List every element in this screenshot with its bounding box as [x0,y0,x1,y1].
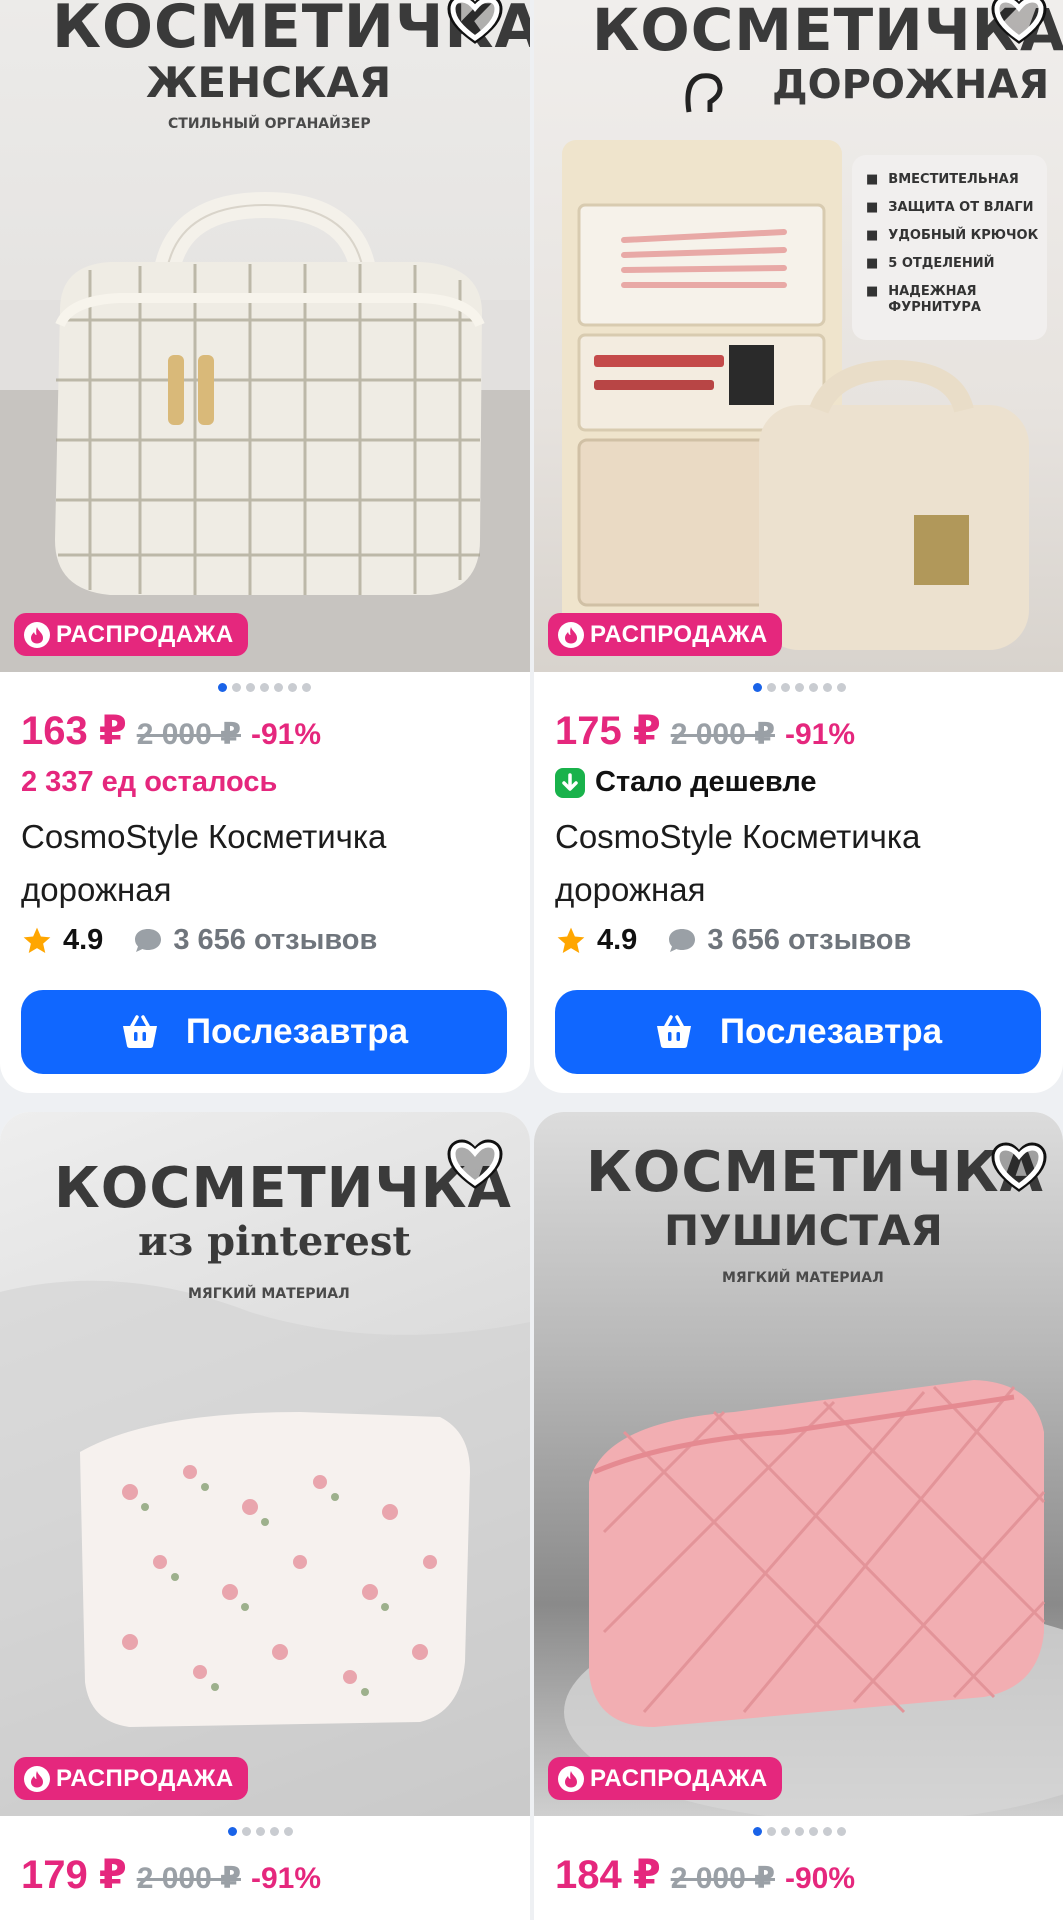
old-price: 2 000 ₽ [670,718,775,751]
photo-tagline: МЯГКИЙ МАТЕРИАЛ [722,1270,884,1286]
review-count: 3 656 отзывов [173,924,378,956]
photo-subtitle: ЖЕНСКАЯ [146,58,392,107]
old-price: 2 000 ₽ [670,1862,775,1895]
delivery-label: Послезавтра [719,1012,943,1051]
delivery-label: Послезавтра [185,1012,409,1051]
old-price: 2 000 ₽ [136,718,241,751]
photo-subtitle: ДОРОЖНАЯ [772,62,1050,108]
price-row: 184 ₽ 2 000 ₽ -90% [555,1852,855,1898]
photo-subtitle: из pinterest [138,1218,411,1265]
current-price: 175 ₽ [555,709,661,753]
favorite-heart-icon[interactable] [445,0,505,48]
sale-label: РАСПРОДАЖА [56,620,234,648]
flame-icon [558,1765,584,1792]
image-pager-dots[interactable] [753,683,846,692]
flame-icon [24,1765,50,1792]
current-price: 184 ₽ [555,1853,661,1897]
add-to-cart-button[interactable]: Послезавтра [555,990,1041,1074]
star-icon [23,927,51,953]
product-card-4[interactable]: КОСМЕТИЧКА ПУШИСТАЯ МЯГКИЙ МАТЕРИАЛ РАСП… [534,1112,1063,1920]
sale-badge: РАСПРОДАЖА [14,1757,248,1800]
review-count: 3 656 отзывов [707,924,912,956]
photo-title: КОСМЕТИЧКА [586,1140,1044,1205]
current-price: 163 ₽ [21,709,127,753]
sale-label: РАСПРОДАЖА [590,1764,768,1792]
product-card-1[interactable]: КОСМЕТИЧКА ЖЕНСКАЯ СТИЛЬНЫЙ ОРГАНАЙЗЕР Р… [0,0,530,1093]
comment-bubble-icon [669,928,696,952]
sale-label: РАСПРОДАЖА [590,620,768,648]
product-card-3[interactable]: КОСМЕТИЧКА из pinterest МЯГКИЙ МАТЕРИАЛ … [0,1112,530,1920]
price-row: 175 ₽ 2 000 ₽ -91% [555,708,855,754]
price-dropped-label: Стало дешевле [595,766,817,798]
favorite-heart-icon[interactable] [445,1137,505,1193]
sale-badge: РАСПРОДАЖА [548,1757,782,1800]
sale-badge: РАСПРОДАЖА [548,613,782,656]
discount-percent: -91% [784,718,856,751]
rating-value: 4.9 [597,924,638,956]
product-photo[interactable]: КОСМЕТИЧКА ПУШИСТАЯ МЯГКИЙ МАТЕРИАЛ РАСП… [534,1112,1063,1816]
basket-icon [122,1015,157,1048]
product-name[interactable]: CosmoStyle Косметичка дорожная [21,810,501,916]
add-to-cart-button[interactable]: Послезавтра [21,990,507,1074]
basket-icon [656,1015,691,1048]
discount-percent: -91% [250,718,322,751]
old-price: 2 000 ₽ [136,1862,241,1895]
image-pager-dots[interactable] [753,1827,846,1836]
stock-remaining: 2 337 ед осталось [21,766,278,798]
star-icon [557,927,585,953]
flame-icon [24,621,50,648]
photo-subtitle: ПУШИСТАЯ [664,1206,943,1255]
arrow-down-icon [555,767,585,798]
rating-value: 4.9 [63,924,104,956]
product-name[interactable]: CosmoStyle Косметичка дорожная [555,810,1035,916]
comment-bubble-icon [135,928,162,952]
image-pager-dots[interactable] [218,683,311,692]
product-photo[interactable]: КОСМЕТИЧКА ДОРОЖНАЯ ■ ВМЕСТИТЕЛЬНАЯ ■ ЗАЩИ… [534,0,1063,672]
product-photo[interactable]: КОСМЕТИЧКА из pinterest МЯГКИЙ МАТЕРИАЛ … [0,1112,530,1816]
favorite-heart-icon[interactable] [989,0,1049,48]
current-price: 179 ₽ [21,1853,127,1897]
photo-tagline: СТИЛЬНЫЙ ОРГАНАЙЗЕР [168,116,371,132]
image-pager-dots[interactable] [228,1827,293,1836]
price-dropped-badge: Стало дешевле [555,766,817,799]
rating-row[interactable]: 4.9 3 656 отзывов [555,924,911,957]
product-photo[interactable]: КОСМЕТИЧКА ЖЕНСКАЯ СТИЛЬНЫЙ ОРГАНАЙЗЕР Р… [0,0,530,672]
photo-tagline: МЯГКИЙ МАТЕРИАЛ [188,1286,350,1302]
photo-title: КОСМЕТИЧКА [54,1156,512,1221]
sale-badge: РАСПРОДАЖА [14,613,248,656]
feature-list: ■ ВМЕСТИТЕЛЬНАЯ ■ ЗАЩИТА ОТ ВЛАГИ ■ УДОБНЫЙ… [866,172,1039,315]
price-row: 163 ₽ 2 000 ₽ -91% [21,708,321,754]
flame-icon [558,621,584,648]
discount-percent: -91% [250,1862,322,1895]
sale-label: РАСПРОДАЖА [56,1764,234,1792]
product-card-2[interactable]: КОСМЕТИЧКА ДОРОЖНАЯ ■ ВМЕСТИТЕЛЬНАЯ ■ ЗАЩИ… [534,0,1063,1093]
discount-percent: -90% [784,1862,856,1895]
price-row: 179 ₽ 2 000 ₽ -91% [21,1852,321,1898]
rating-row[interactable]: 4.9 3 656 отзывов [21,924,377,957]
favorite-heart-icon[interactable] [989,1140,1049,1196]
